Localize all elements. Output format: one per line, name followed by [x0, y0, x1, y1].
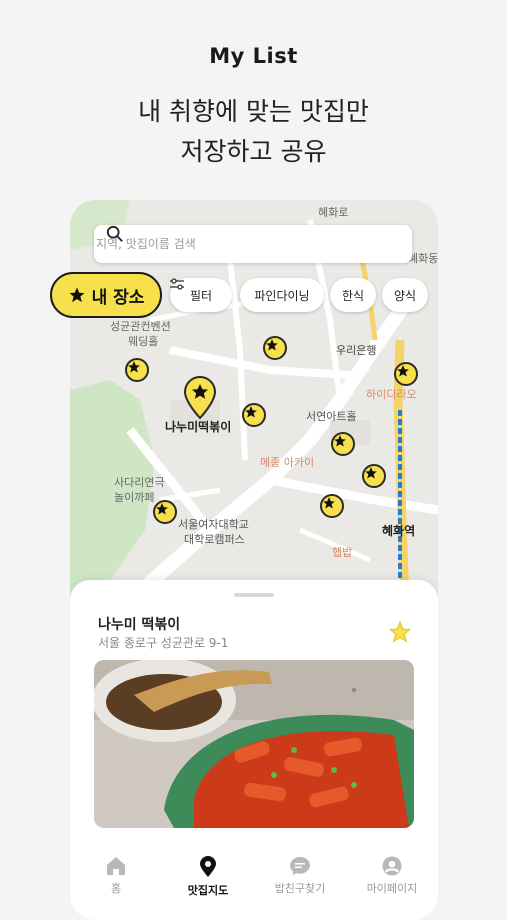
chip-label: 파인다이닝	[254, 288, 310, 303]
chip-korean[interactable]: 한식	[330, 278, 376, 312]
map-label-nori: 놀이까페	[114, 491, 155, 504]
tab-map[interactable]: 맛집지도	[162, 848, 254, 908]
hero-subtitle: 내 취향에 맞는 맛집만 저장하고 공유	[0, 92, 507, 172]
map-label-street: 혜화로	[318, 206, 349, 219]
map-label-wedding: 웨딩홀	[128, 335, 159, 348]
chip-label: 양식	[393, 288, 417, 303]
map-label-sadari: 사다리연극	[114, 476, 165, 489]
place-pin[interactable]	[153, 500, 177, 524]
tab-mypage[interactable]: 마이페이지	[346, 848, 438, 908]
star-icon	[323, 497, 335, 509]
map-label-woori: 우리은행	[336, 344, 377, 357]
search-bar[interactable]	[94, 225, 412, 263]
tab-label: 마이페이지	[366, 882, 418, 895]
map-view[interactable]: 성균관컨벤션 웨딩홀 우리은행 하이디라오 나누미떡볶이 서연아트홀 메종 아카…	[70, 200, 438, 600]
sheet-handle[interactable]	[234, 593, 274, 597]
star-icon	[245, 406, 257, 418]
chip-western[interactable]: 양식	[382, 278, 428, 312]
map-label-campus: 대학로캠퍼스	[184, 533, 245, 546]
map-label-seoulwomen: 서울여자대학교	[178, 518, 249, 531]
place-name: 나누미 떡볶이	[98, 617, 181, 633]
star-icon	[365, 467, 377, 479]
profile-icon	[382, 856, 402, 876]
place-pin[interactable]	[125, 358, 149, 382]
tab-find-friend[interactable]: 밥친구찾기	[254, 848, 346, 908]
hero-subtitle-line2: 저장하고 공유	[180, 137, 327, 166]
star-icon	[397, 365, 409, 377]
star-icon	[266, 339, 278, 351]
chip-fine-dining[interactable]: 파인다이닝	[240, 278, 324, 312]
search-input[interactable]	[94, 236, 412, 252]
star-icon	[128, 361, 140, 373]
hero-title: My List	[209, 44, 298, 68]
chat-icon	[290, 857, 310, 875]
place-detail-sheet[interactable]: 나누미 떡볶이 서울 종로구 성균관로 9-1 홈 맛집지도 밥친구찾기 마이페…	[70, 580, 438, 920]
place-address: 서울 종로구 성균관로 9-1	[98, 636, 229, 650]
chip-label: 한식	[341, 288, 365, 303]
my-places-button[interactable]: 내 장소	[50, 272, 162, 318]
map-label-hyehwa-dong: 혜화동	[408, 252, 438, 265]
filter-button[interactable]: 필터	[170, 278, 232, 312]
map-label-hyehwa: 혜화역	[382, 524, 416, 538]
filter-label: 필터	[189, 288, 213, 303]
search-icon	[106, 225, 123, 242]
place-pin[interactable]	[362, 464, 386, 488]
map-label-hidi: 하이디라오	[366, 388, 417, 401]
place-pin[interactable]	[394, 362, 418, 386]
place-pin[interactable]	[242, 403, 266, 427]
tab-label: 밥친구찾기	[274, 882, 326, 895]
place-pin[interactable]	[320, 494, 344, 518]
star-icon	[334, 435, 346, 447]
place-photo	[94, 660, 414, 828]
place-pin[interactable]	[263, 336, 287, 360]
map-label-nanumi: 나누미떡볶이	[165, 420, 232, 434]
star-icon	[69, 287, 85, 303]
map-label-mejong: 메종 아카이	[260, 456, 315, 469]
map-label-haetbap: 햅밥	[332, 546, 353, 559]
place-pin[interactable]	[331, 432, 355, 456]
my-places-label: 내 장소	[91, 287, 145, 308]
map-label-seonggyun: 성균관컨벤션	[110, 320, 171, 333]
tab-home[interactable]: 홈	[70, 848, 162, 908]
hero-subtitle-line1: 내 취향에 맞는 맛집만	[138, 97, 369, 126]
bottom-tab-bar: 홈 맛집지도 밥친구찾기 마이페이지	[70, 848, 438, 908]
star-icon	[156, 503, 168, 515]
map-pin-icon	[200, 856, 216, 877]
tab-label: 홈	[110, 882, 122, 895]
favorite-star-icon[interactable]	[388, 620, 412, 644]
tab-label: 맛집지도	[187, 884, 229, 897]
home-icon	[107, 857, 125, 875]
sliders-icon	[170, 278, 184, 290]
map-label-seoyeon: 서연아트홀	[306, 410, 357, 423]
selected-place-pin[interactable]	[183, 376, 217, 420]
